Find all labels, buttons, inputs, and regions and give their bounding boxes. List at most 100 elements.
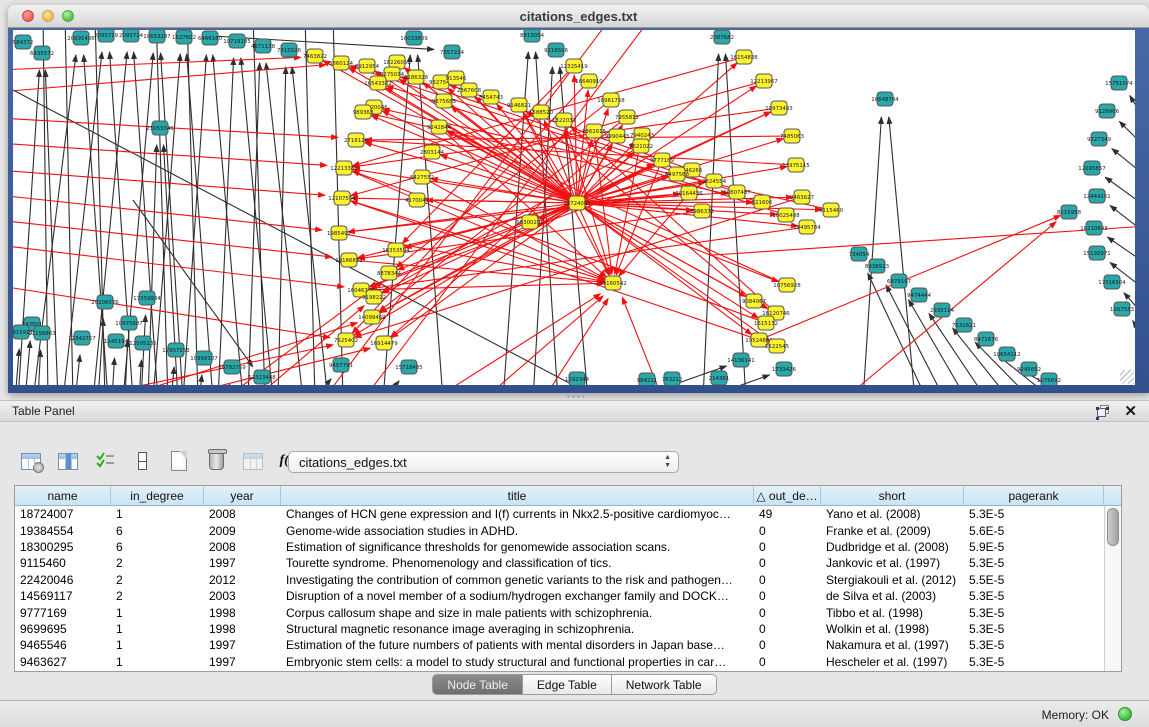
graph-edge[interactable] — [1105, 177, 1135, 208]
table-cell[interactable]: 1 — [111, 638, 204, 652]
table-cell[interactable]: Hescheler et al. (1997) — [821, 655, 964, 669]
table-cell[interactable]: Nakamura et al. (1997) — [821, 638, 964, 652]
table-cell[interactable]: Franke et al. (2009) — [821, 524, 964, 538]
graph-node[interactable]: 10958107 — [190, 351, 217, 365]
graph-edge[interactable] — [15, 349, 19, 385]
column-header-in_degree[interactable]: in_degree — [111, 486, 204, 505]
table-cell[interactable]: 9463627 — [15, 655, 111, 669]
graph-node[interactable]: 10719185 — [223, 34, 250, 48]
graph-node[interactable]: 21053346 — [146, 121, 174, 135]
tab-node-table[interactable]: Node Table — [432, 674, 523, 695]
graph-edge[interactable] — [75, 355, 80, 385]
table-cell[interactable]: 2012 — [204, 573, 281, 587]
table-cell[interactable]: 2 — [111, 556, 204, 570]
graph-edge[interactable] — [577, 203, 777, 214]
table-cell[interactable]: 5.3E-5 — [964, 556, 1104, 570]
table-cell[interactable]: Embryonic stem cells: a model to study s… — [281, 655, 754, 669]
graph-node[interactable]: 763212 — [662, 372, 683, 385]
table-cell[interactable]: Wolkin et al. (1998) — [821, 622, 964, 636]
table-cell[interactable]: 5.3E-5 — [964, 507, 1104, 521]
graph-node[interactable]: 12107554 — [328, 191, 356, 205]
graph-node[interactable]: 12444151 — [1083, 189, 1110, 203]
graph-edge[interactable] — [889, 117, 915, 385]
new-table-icon[interactable] — [166, 447, 192, 475]
graph-node[interactable]: 9129966 — [1095, 104, 1120, 118]
graph-edge[interactable] — [187, 54, 213, 385]
graph-node[interactable]: 8186328 — [404, 70, 429, 84]
table-row[interactable]: 946554611997Estimation of the future num… — [15, 637, 1104, 653]
graph-node[interactable]: 2087682 — [710, 30, 734, 44]
graph-edge[interactable] — [333, 30, 343, 385]
table-selector-dropdown[interactable]: citations_edges.txt ▲▼ — [288, 451, 679, 473]
graph-node[interactable]: 8471676 — [974, 332, 999, 346]
close-panel-icon[interactable]: ✕ — [1124, 405, 1137, 418]
table-cell[interactable]: 0 — [754, 655, 821, 669]
graph-node[interactable]: 584372 — [13, 35, 33, 49]
graph-edge[interactable] — [13, 65, 326, 92]
graph-node[interactable]: 14136141 — [727, 353, 754, 367]
graph-node[interactable]: 16648784 — [871, 92, 899, 106]
table-cell[interactable]: Estimation of the future numbers of pati… — [281, 638, 754, 652]
graph-node[interactable]: 12975115 — [782, 158, 809, 172]
graph-node[interactable]: 9115460 — [819, 203, 844, 217]
table-vertical-scrollbar[interactable] — [1104, 506, 1121, 671]
table-cell[interactable]: 5.3E-5 — [964, 606, 1104, 620]
scrollbar-thumb[interactable] — [1107, 508, 1119, 546]
graph-edge[interactable] — [1110, 206, 1135, 235]
graph-node[interactable]: 9777169 — [650, 153, 675, 167]
table-cell[interactable]: 0 — [754, 540, 821, 554]
table-cell[interactable]: Corpus callosum shape and size in male p… — [281, 606, 754, 620]
graph-node[interactable]: 12505135 — [129, 336, 156, 350]
row-layout-icon[interactable] — [129, 447, 155, 475]
graph-edge[interactable] — [351, 201, 777, 346]
graph-node[interactable]: 734054 — [849, 247, 870, 261]
citation-network-graph[interactable]: 5843726435572206914062093719209371410653… — [13, 30, 1135, 385]
graph-node[interactable]: 15718485 — [395, 360, 422, 374]
graph-node[interactable]: 9146821 — [507, 98, 531, 112]
graph-node[interactable]: 7955812 — [615, 110, 639, 124]
graph-node[interactable]: 1985492 — [327, 226, 351, 240]
graph-edge[interactable] — [1119, 121, 1135, 150]
graph-node[interactable]: 984211 — [637, 373, 658, 385]
graph-node[interactable]: 6466160 — [198, 31, 223, 45]
table-cell[interactable]: 5.3E-5 — [964, 655, 1104, 669]
graph-edge[interactable] — [112, 358, 114, 385]
graph-edge[interactable] — [161, 53, 183, 385]
table-cell[interactable]: 0 — [754, 606, 821, 620]
table-cell[interactable]: 1997 — [204, 655, 281, 669]
table-cell[interactable]: Tourette syndrome. Phenomenology and cla… — [281, 556, 754, 570]
column-header-name[interactable]: name — [15, 486, 111, 505]
graph-node[interactable]: 9457791 — [329, 358, 353, 372]
network-canvas[interactable]: 5843726435572206914062093719209371410653… — [13, 30, 1135, 385]
graph-edge[interactable] — [843, 222, 1056, 385]
table-cell[interactable]: 1998 — [204, 622, 281, 636]
graph-node[interactable]: 12213383 — [330, 161, 357, 175]
graph-node[interactable]: 15192971 — [1083, 246, 1110, 260]
graph-node[interactable]: 16154838 — [730, 50, 758, 64]
graph-node[interactable]: 1075692 — [1037, 373, 1061, 385]
graph-node[interactable]: 12342757 — [68, 331, 95, 345]
graph-edge[interactable] — [13, 245, 344, 287]
float-panel-icon[interactable] — [1097, 405, 1110, 418]
graph-edge[interactable] — [1130, 96, 1135, 125]
graph-node[interactable]: 8912954 — [355, 59, 380, 73]
table-row[interactable]: 977716911998Corpus callosum shape and si… — [15, 604, 1104, 620]
table-cell[interactable]: 5.5E-5 — [964, 573, 1104, 587]
table-cell[interactable]: Disruption of a novel member of a sodium… — [281, 589, 754, 603]
table-cell[interactable]: 0 — [754, 638, 821, 652]
tab-network-table[interactable]: Network Table — [612, 674, 717, 695]
table-row[interactable]: 911546021997Tourette syndrome. Phenomeno… — [15, 555, 1104, 571]
graph-edge[interactable] — [199, 375, 202, 385]
graph-node[interactable]: 989363 — [353, 105, 374, 119]
table-cell[interactable]: Changes of HCN gene expression and I(f) … — [281, 507, 754, 521]
graph-node[interactable]: 7857224 — [440, 45, 465, 59]
graph-node[interactable]: 1167533 — [1110, 302, 1134, 316]
graph-node[interactable]: 20206576 — [91, 295, 119, 309]
table-cell[interactable]: 1997 — [204, 638, 281, 652]
graph-node[interactable]: 12095857 — [1078, 161, 1105, 175]
table-cell[interactable]: Investigating the contribution of common… — [281, 573, 754, 587]
delete-table-icon[interactable] — [203, 447, 229, 475]
column-header-pagerank[interactable]: pagerank — [964, 486, 1104, 505]
table-cell[interactable]: 19384554 — [15, 524, 111, 538]
graph-node[interactable]: 8813054 — [520, 30, 545, 42]
